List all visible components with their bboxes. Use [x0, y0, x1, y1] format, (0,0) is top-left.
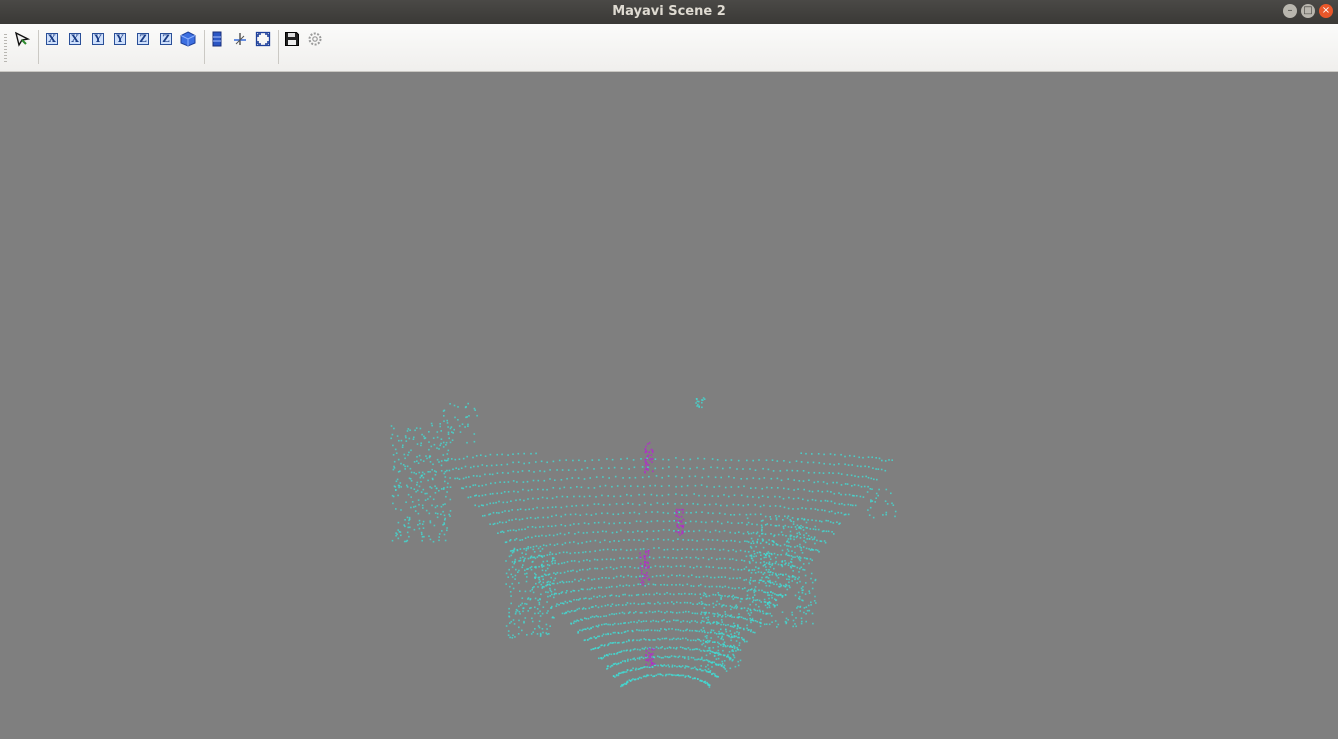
point-cloud: [390, 397, 897, 688]
toggle-axes-button[interactable]: [232, 31, 248, 47]
toolbar-separator: [38, 30, 39, 64]
axes-indicator-icon: [234, 33, 246, 45]
x-axis-icon: X: [69, 33, 81, 45]
z-axis-icon: Z: [160, 33, 172, 45]
view-z-positive-button[interactable]: Z: [135, 31, 151, 47]
toolbar-separator: [278, 30, 279, 64]
y-axis-icon: Y: [92, 33, 104, 45]
close-button[interactable]: ×: [1319, 4, 1333, 18]
toolbar-separator: [204, 30, 205, 64]
full-screen-button[interactable]: [255, 31, 271, 47]
save-scene-button[interactable]: [284, 31, 300, 47]
isometric-view-button[interactable]: [180, 31, 196, 47]
window-titlebar: Mayavi Scene 2 – □ ×: [0, 0, 1338, 24]
view-x-negative-button[interactable]: X: [67, 31, 83, 47]
fullscreen-icon: [255, 31, 271, 47]
maximize-button[interactable]: □: [1301, 4, 1315, 18]
minimize-button[interactable]: –: [1283, 4, 1297, 18]
parallel-projection-button[interactable]: [209, 31, 225, 47]
floppy-disk-icon: [285, 32, 299, 46]
y-axis-icon: Y: [114, 33, 126, 45]
scene-settings-button[interactable]: [307, 31, 323, 47]
z-axis-icon: Z: [137, 33, 149, 45]
x-axis-icon: X: [46, 33, 58, 45]
view-x-positive-button[interactable]: X: [44, 31, 60, 47]
cursor-arrow-icon: [14, 31, 30, 47]
view-y-positive-button[interactable]: Y: [90, 31, 106, 47]
view-z-negative-button[interactable]: Z: [158, 31, 174, 47]
parallel-projection-icon: [212, 31, 222, 47]
window-title: Mayavi Scene 2: [612, 4, 726, 19]
render-scene[interactable]: [0, 72, 1338, 735]
pipeline-selector-button[interactable]: [14, 31, 30, 47]
toolbar-grip[interactable]: [4, 34, 7, 64]
scene-toolbar: X X Y Y Z Z: [0, 24, 1338, 72]
gear-icon: [308, 32, 322, 46]
view-y-negative-button[interactable]: Y: [112, 31, 128, 47]
cube-icon: [180, 31, 196, 47]
